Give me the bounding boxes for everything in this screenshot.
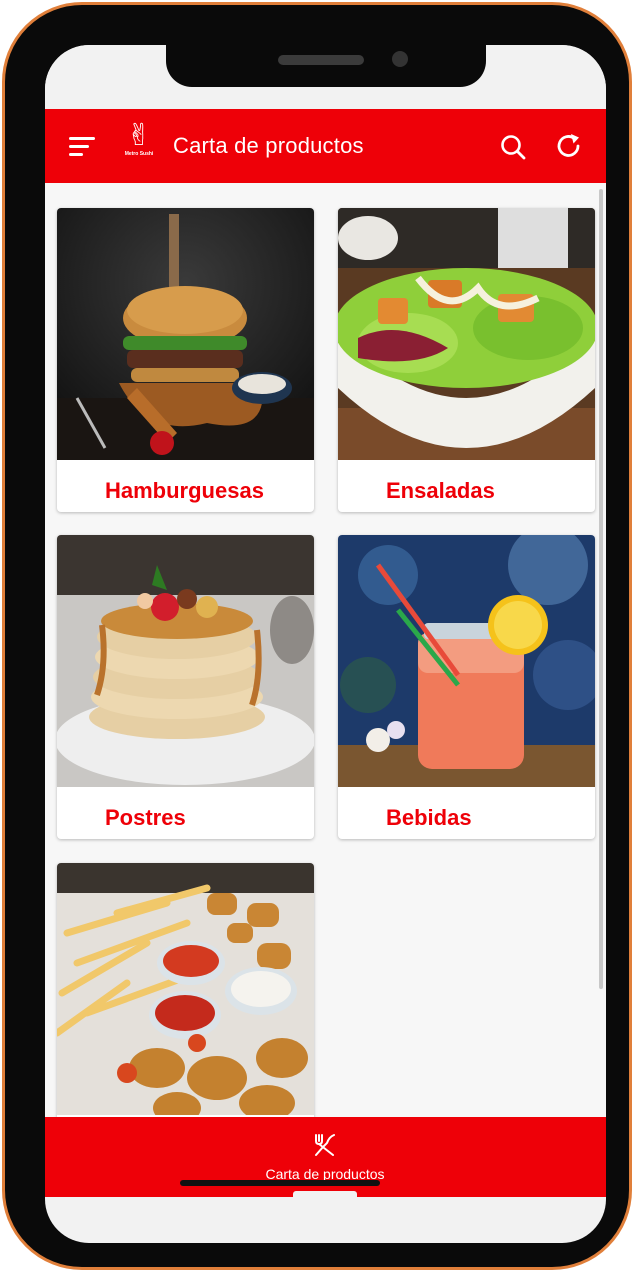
category-grid[interactable]: Hamburguesas Ensaladas Postres Bebidas xyxy=(45,183,606,1117)
logo: ✌ Metro Sushi xyxy=(120,121,158,171)
category-label: Bebidas xyxy=(386,805,472,830)
logo-text: Metro Sushi xyxy=(124,151,154,157)
pancakes-photo xyxy=(57,535,314,787)
page-title: Carta de productos xyxy=(173,133,364,158)
screen: ✌ Metro Sushi Carta de productos Hamburg… xyxy=(45,45,606,1243)
status-area xyxy=(45,45,606,109)
fries-nuggets-photo xyxy=(57,863,314,1115)
scrollbar[interactable] xyxy=(599,189,603,989)
category-card-hamburguesas[interactable]: Hamburguesas xyxy=(57,208,314,512)
speaker xyxy=(278,55,364,65)
fork-knife-icon xyxy=(315,1134,335,1156)
category-label: Ensaladas xyxy=(386,478,495,503)
search-icon[interactable] xyxy=(499,133,527,161)
category-card-bebidas[interactable]: Bebidas xyxy=(338,535,595,839)
menu-icon[interactable] xyxy=(69,135,97,159)
category-card-postres[interactable]: Postres xyxy=(57,535,314,839)
phone-frame: ✌ Metro Sushi Carta de productos Hamburg… xyxy=(2,2,632,1270)
logo-hand-icon: ✌ xyxy=(126,118,152,153)
category-label: Hamburguesas xyxy=(105,478,264,503)
category-card-fries[interactable] xyxy=(57,863,314,1117)
notch xyxy=(166,45,486,87)
salad-photo xyxy=(338,208,595,460)
category-card-ensaladas[interactable]: Ensaladas xyxy=(338,208,595,512)
burger-photo xyxy=(57,208,314,460)
drink-photo xyxy=(338,535,595,787)
camera xyxy=(392,51,408,67)
refresh-icon[interactable] xyxy=(554,131,584,161)
category-label: Postres xyxy=(105,805,186,830)
nav-indicator xyxy=(293,1191,357,1197)
home-indicator[interactable] xyxy=(180,1180,380,1186)
app-bar: ✌ Metro Sushi Carta de productos xyxy=(45,109,606,183)
